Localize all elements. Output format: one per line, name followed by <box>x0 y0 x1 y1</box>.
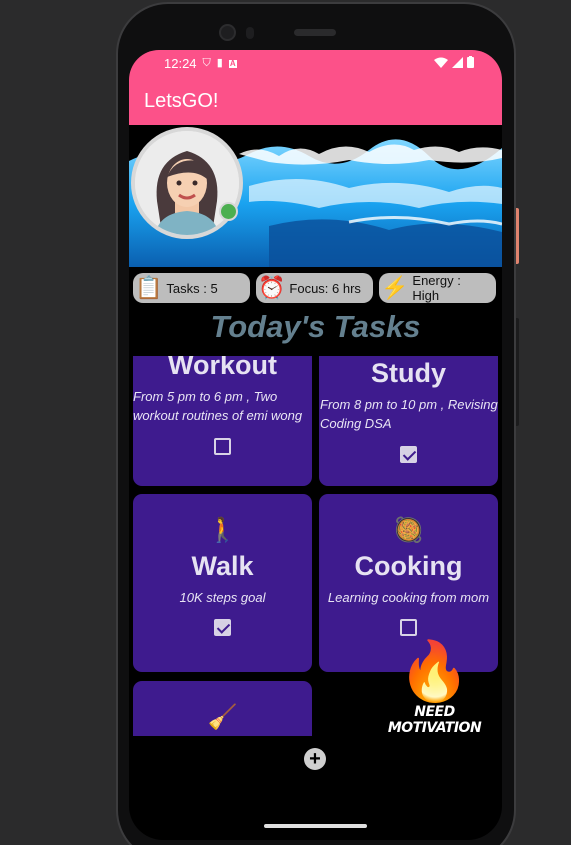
walking-person-icon: 🚶 <box>207 517 238 544</box>
font-a-icon: A <box>228 58 237 68</box>
page-title: Today's Tasks <box>210 309 421 344</box>
speaker-grille <box>294 29 336 36</box>
tasks-stat-label: Tasks : 5 <box>166 280 218 296</box>
app-bar: LetsGO! <box>129 77 502 125</box>
app-screen: 12:24 ⛉ ▮ A LetsGO! 📋 Tasks: 5 ⏰ Focus:… <box>129 50 502 840</box>
task-checkbox[interactable] <box>400 446 417 463</box>
front-camera-icon <box>219 24 236 41</box>
signal-icon <box>452 56 463 68</box>
lightning-icon: ⚡ <box>381 275 409 300</box>
home-gesture-bar[interactable] <box>264 824 367 828</box>
need-motivation-button[interactable]: 🔥 NEED MOTIVATION <box>367 639 502 737</box>
focus-stat-label: Focus: 6 hrs <box>289 280 361 296</box>
status-icons <box>434 56 474 68</box>
task-file-icon: 📋 <box>135 275 163 300</box>
task-title: Workout <box>168 356 277 380</box>
avatar[interactable] <box>131 127 243 239</box>
fire-icon: 🔥 <box>398 639 471 704</box>
energy-stat-chip: ⚡ Energy : High <box>379 273 496 303</box>
cooking-pan-icon: 🥘 <box>393 517 424 544</box>
broom-icon: 🧹 <box>207 704 238 731</box>
task-title: Cooking <box>354 551 463 581</box>
task-title: Walk <box>191 551 254 581</box>
focus-stat-chip: ⏰ Focus: 6 hrs <box>256 273 373 303</box>
alarm-clock-icon: ⏰ <box>258 275 286 300</box>
task-card-study[interactable]: Study From 8 pm to 10 pm , Revising Codi… <box>319 356 498 486</box>
task-checkbox[interactable] <box>214 438 231 455</box>
stats-row: 📋 Tasks : 5 ⏰ Focus: 6 hrs ⚡ Energy : Hi… <box>129 267 502 303</box>
status-bar: 12:24 ⛉ ▮ A <box>129 50 502 77</box>
battery-icon <box>467 56 474 68</box>
energy-stat-label: Energy : High <box>412 273 461 303</box>
task-desc: 10K steps goal <box>179 590 266 605</box>
shield-icon: ⛉ <box>202 57 211 69</box>
sim-card-icon: ▮ <box>216 57 223 69</box>
motivation-label: NEED MOTIVATION <box>387 704 482 736</box>
add-task-button[interactable]: + <box>304 748 326 770</box>
wifi-icon <box>434 57 448 68</box>
online-status-dot <box>219 202 238 221</box>
task-desc: Learning cooking from mom <box>327 590 490 605</box>
task-card-cleaning[interactable]: 🧹 <box>133 681 312 736</box>
tasks-stat-chip: 📋 Tasks : 5 <box>133 273 250 303</box>
app-title: LetsGO! <box>144 89 219 112</box>
task-desc: From 8 pm to 10 pm , Revising Coding DSA <box>320 397 498 431</box>
task-desc: From 5 pm to 6 pm , Two workout routines… <box>133 389 303 423</box>
banner-image <box>129 126 502 267</box>
task-checkbox[interactable] <box>214 619 231 636</box>
task-title: Study <box>370 358 446 388</box>
status-time: 12:24 <box>164 56 197 71</box>
task-card-walk[interactable]: 🚶 Walk 10K steps goal <box>133 494 312 672</box>
task-card-workout[interactable]: Workout From 5 pm to 6 pm , Two workout … <box>133 356 312 486</box>
task-checkbox[interactable] <box>400 619 417 636</box>
sensor <box>246 27 254 39</box>
